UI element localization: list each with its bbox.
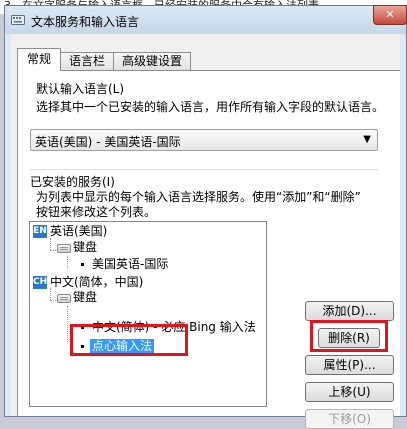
close-icon: ✕ [385,8,395,21]
default-language-description: 选择其中一个已安装的输入语言，用作所有输入字段的默认语言。 [36,100,385,114]
tree-item-en-ime[interactable]: 美国英语-国际 [92,257,168,272]
title-bar[interactable]: 文本服务和输入语言 ✕ [5,5,407,34]
default-language-select[interactable]: 英语(美国) - 美国英语-国际 ▼ [30,129,378,151]
keyboard-icon [57,294,71,303]
close-button[interactable]: ✕ [373,5,407,25]
tree-item-chinese[interactable]: 中文(简体，中国) [50,275,143,290]
general-tab-panel: 默认输入语言(L) 选择其中一个已安装的输入语言，用作所有输入字段的默认语言。 … [17,70,400,429]
tree-item-en-keyboard[interactable]: 键盘 [73,240,97,255]
window-title: 文本服务和输入语言 [31,15,140,29]
language-badge-ch: CH [33,276,48,289]
dialog-client-area: 常规 语言栏 高级键设置 默认输入语言(L) 选择其中一个已安装的输入语言，用作… [11,34,400,429]
installed-services-tree[interactable]: EN 英语(美国) 键盘 美国英语-国际 CH 中文(简体，中国) 键盘 中文(… [29,221,267,407]
properties-button[interactable]: 属性(P)... [305,355,394,375]
tab-language-bar[interactable]: 语言栏 [60,52,114,70]
move-down-button[interactable]: 下移(O) [305,409,394,429]
default-language-heading: 默认输入语言(L) [36,82,125,96]
highlight-box-remove [310,320,388,352]
installed-services-description-2: 按钮来修改这个列表。 [36,205,157,219]
bullet-icon [81,263,84,266]
keyboard-icon [57,244,71,253]
tree-item-ch-keyboard[interactable]: 键盘 [73,290,97,305]
move-up-button[interactable]: 上移(U) [305,382,394,402]
tree-connector [67,306,68,342]
add-button[interactable]: 添加(D)... [305,301,394,321]
default-language-value: 英语(美国) - 美国英语-国际 [35,135,181,149]
section-divider [30,169,378,170]
dialog-window: 文本服务和输入语言 ✕ 常规 语言栏 高级键设置 默认输入语言(L) 选择其中一… [4,5,407,429]
tree-item-english[interactable]: 英语(美国) [50,224,107,239]
tree-connector [50,238,51,250]
tab-advanced-key-settings[interactable]: 高级键设置 [113,52,191,70]
highlight-box-ime [70,324,188,356]
keyboard-icon [11,15,25,25]
tree-connector [67,256,68,268]
tab-general[interactable]: 常规 [17,48,61,71]
chevron-down-icon: ▼ [363,134,371,145]
language-badge-en: EN [33,225,47,238]
